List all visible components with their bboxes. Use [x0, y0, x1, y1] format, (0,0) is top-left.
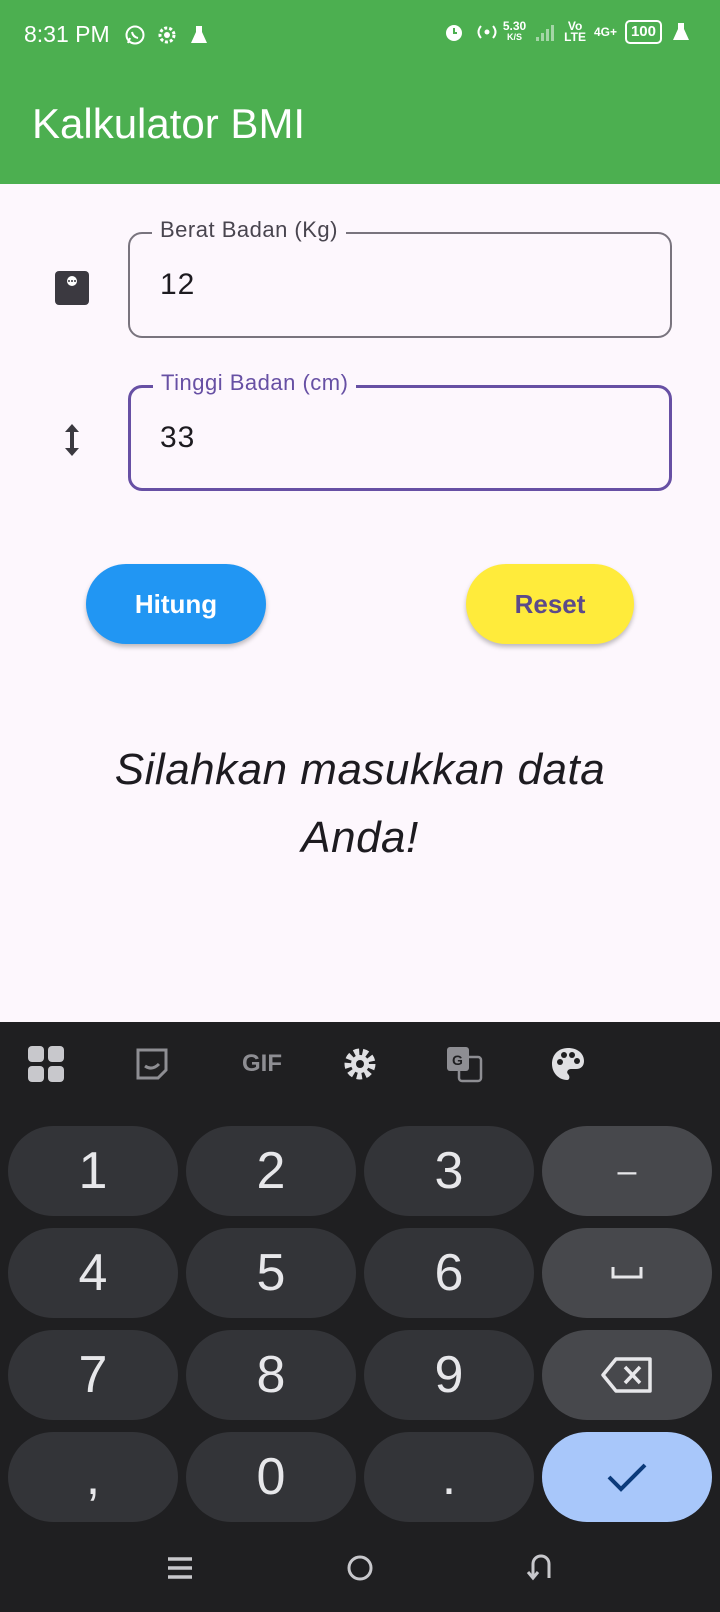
calculate-button[interactable]: Hitung: [86, 564, 266, 644]
keyboard-toolbar: GIF G: [0, 1042, 720, 1102]
settings-icon: [156, 24, 178, 46]
height-input[interactable]: 33: [160, 421, 195, 455]
app-bar: Kalkulator BMI: [0, 72, 720, 184]
key-6[interactable]: 6: [364, 1228, 534, 1318]
key-4[interactable]: 4: [8, 1228, 178, 1318]
height-arrows-icon: [54, 422, 90, 463]
net-speed-value: 5.30: [502, 19, 527, 33]
palette-icon[interactable]: [546, 1042, 590, 1086]
svg-text:G: G: [452, 1052, 463, 1068]
backspace-key[interactable]: [542, 1330, 712, 1420]
space-icon: [611, 1267, 643, 1279]
translate-icon[interactable]: G: [442, 1042, 486, 1086]
home-icon[interactable]: [338, 1546, 382, 1590]
charging-icon: [670, 21, 692, 43]
net-speed-unit: K/S: [506, 32, 522, 42]
navigation-bar: [0, 1532, 720, 1612]
key-2[interactable]: 2: [186, 1126, 356, 1216]
key-5[interactable]: 5: [186, 1228, 356, 1318]
scale-icon: [54, 270, 90, 311]
backspace-icon: [601, 1357, 652, 1393]
reset-button[interactable]: Reset: [466, 564, 634, 644]
weight-field[interactable]: Berat Badan (Kg) 12: [128, 217, 672, 338]
gif-icon[interactable]: GIF: [232, 1042, 292, 1086]
key-1[interactable]: 1: [8, 1126, 178, 1216]
keyboard: GIF G 1 2 3 – 4 5 6 7 8 9 , 0 .: [0, 1022, 720, 1612]
alarm-icon: [443, 21, 465, 43]
back-icon[interactable]: [518, 1546, 562, 1590]
app-title: Kalkulator BMI: [32, 100, 306, 147]
battery-level: 100: [624, 20, 662, 44]
network-type: 4G+: [593, 25, 617, 39]
key-comma[interactable]: ,: [8, 1432, 178, 1522]
enter-key[interactable]: [542, 1432, 712, 1522]
key-3[interactable]: 3: [364, 1126, 534, 1216]
height-label: Tinggi Badan (cm): [153, 370, 357, 396]
key-8[interactable]: 8: [186, 1330, 356, 1420]
key-minus[interactable]: –: [542, 1126, 712, 1216]
key-period[interactable]: .: [364, 1432, 534, 1522]
key-9[interactable]: 9: [364, 1330, 534, 1420]
signal-icon: [534, 21, 556, 43]
sticker-icon[interactable]: [130, 1042, 174, 1086]
whatsapp-icon: [124, 24, 146, 46]
apps-icon[interactable]: [24, 1042, 68, 1086]
status-bar: 8:31 PM 5.30 K/S Vo LTE 4G+ 100: [0, 0, 720, 72]
weight-label: Berat Badan (Kg): [152, 217, 346, 243]
flask-icon: [188, 24, 210, 46]
keyboard-settings-icon[interactable]: [338, 1042, 382, 1086]
key-0[interactable]: 0: [186, 1432, 356, 1522]
volte-bottom: LTE: [564, 30, 586, 44]
height-field[interactable]: Tinggi Badan (cm) 33: [128, 370, 672, 491]
status-time: 8:31 PM: [24, 21, 110, 47]
key-7[interactable]: 7: [8, 1330, 178, 1420]
weight-input[interactable]: 12: [160, 268, 195, 302]
check-icon: [607, 1463, 647, 1492]
result-message: Silahkan masukkan data Anda!: [114, 745, 606, 862]
hotspot-icon: [473, 21, 497, 43]
recents-icon[interactable]: [158, 1546, 202, 1590]
space-key[interactable]: [542, 1228, 712, 1318]
